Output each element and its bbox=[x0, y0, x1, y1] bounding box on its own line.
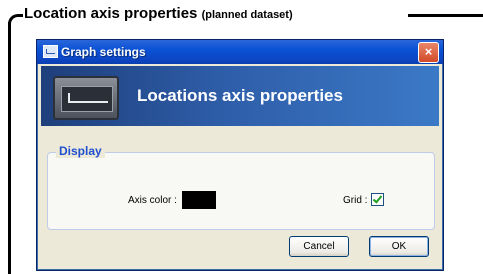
display-group-title: Display bbox=[56, 144, 105, 158]
display-group: Display Axis color : Grid : bbox=[47, 144, 435, 230]
axis-color-label: Axis color : bbox=[128, 195, 177, 206]
callout-frame-left-line bbox=[8, 22, 11, 274]
axis-graph-icon bbox=[53, 76, 119, 120]
cancel-button[interactable]: Cancel bbox=[289, 236, 349, 257]
caption-main: Location axis properties bbox=[24, 5, 198, 22]
grid-checkbox[interactable] bbox=[371, 193, 384, 206]
close-icon: × bbox=[424, 44, 433, 59]
graph-settings-dialog: Graph settings × Locations axis properti… bbox=[36, 39, 444, 271]
banner-title: Locations axis properties bbox=[137, 86, 343, 105]
axis-color-picker[interactable] bbox=[182, 191, 216, 209]
dialog-titlebar[interactable]: Graph settings × bbox=[37, 40, 443, 64]
figure-caption: Location axis properties (planned datase… bbox=[24, 5, 293, 22]
caption-sub: (planned dataset) bbox=[201, 9, 293, 21]
dialog-title: Graph settings bbox=[61, 45, 146, 59]
ok-button[interactable]: OK bbox=[369, 236, 429, 257]
grid-label: Grid : bbox=[343, 195, 368, 206]
graph-settings-icon bbox=[43, 45, 58, 58]
dialog-banner: Locations axis properties bbox=[41, 66, 439, 126]
close-button[interactable]: × bbox=[418, 42, 439, 63]
callout-frame-right-line bbox=[408, 14, 483, 17]
